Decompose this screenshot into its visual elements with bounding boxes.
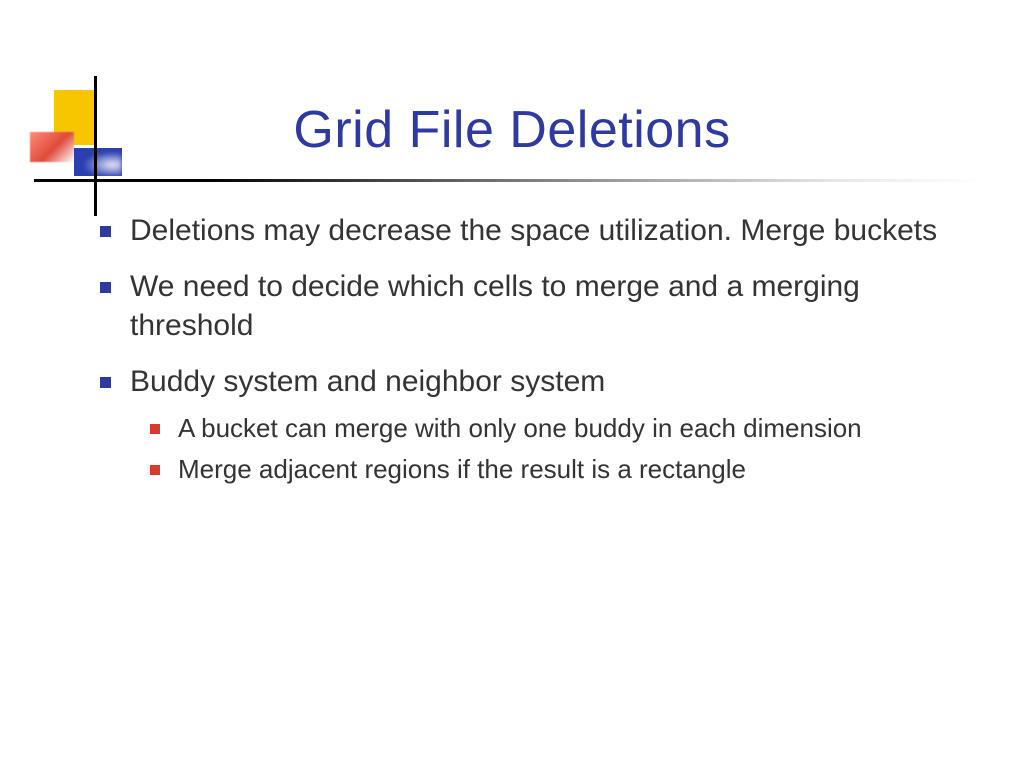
bullet-list: Deletions may decrease the space utiliza… <box>96 212 974 487</box>
slide: Grid File Deletions Deletions may decrea… <box>0 0 1024 768</box>
bullet-text: We need to decide which cells to merge a… <box>130 270 860 341</box>
title-underline <box>34 179 984 182</box>
sub-bullet-list: A bucket can merge with only one buddy i… <box>130 412 974 488</box>
sub-bullet-text: Merge adjacent regions if the result is … <box>178 454 746 484</box>
bullet-item: Buddy system and neighbor system A bucke… <box>96 363 974 487</box>
bullet-text: Deletions may decrease the space utiliza… <box>130 214 937 247</box>
bullet-text: Buddy system and neighbor system <box>130 365 605 398</box>
bullet-item: We need to decide which cells to merge a… <box>96 268 974 345</box>
bullet-item: Deletions may decrease the space utiliza… <box>96 212 974 250</box>
sub-bullet-item: Merge adjacent regions if the result is … <box>148 453 974 487</box>
sub-bullet-item: A bucket can merge with only one buddy i… <box>148 412 974 446</box>
slide-body: Deletions may decrease the space utiliza… <box>96 212 974 505</box>
sub-bullet-text: A bucket can merge with only one buddy i… <box>178 413 862 443</box>
slide-title: Grid File Deletions <box>0 100 1024 160</box>
